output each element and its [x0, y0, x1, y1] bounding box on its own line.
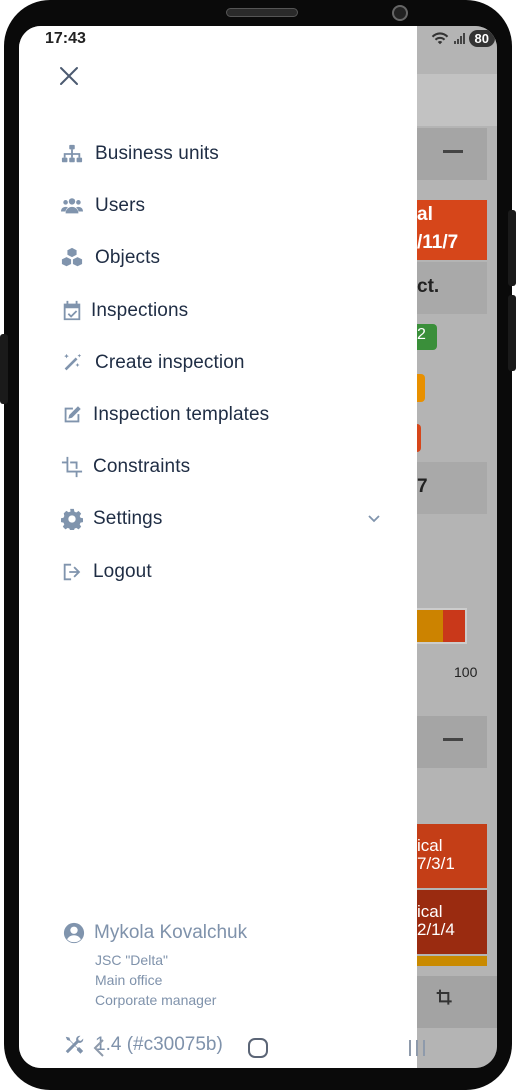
recents-button[interactable] [397, 1033, 437, 1063]
menu-item-users[interactable]: Users [61, 180, 381, 232]
close-icon [60, 67, 78, 85]
system-nav-bar [19, 1028, 497, 1068]
menu-item-business-units[interactable]: Business units [61, 128, 381, 180]
home-button[interactable] [238, 1033, 278, 1063]
bg-card: ct. [417, 262, 487, 314]
menu-item-label: Settings [93, 508, 163, 530]
home-icon [247, 1038, 268, 1058]
chevron-down-icon[interactable] [367, 510, 381, 528]
volume-button [0, 334, 8, 404]
users-icon [61, 194, 87, 218]
profile-name: Mykola Kovalchuk [94, 922, 248, 943]
screen: al /11/7 ct. 2 7 100 ical 7/3/1 ical 2/1… [19, 26, 497, 1068]
menu-item-label: Create inspection [95, 351, 245, 373]
close-button[interactable] [55, 62, 83, 90]
bg-text: ct. [417, 276, 440, 297]
signal-icon [453, 32, 465, 44]
bg-text: al [417, 204, 433, 225]
side-button [508, 295, 516, 371]
menu-item-label: Inspections [91, 299, 189, 321]
bg-critical-card: ical 2/1/4 [417, 890, 487, 954]
drawer-menu: Business units Users Objects Inspections [61, 128, 381, 598]
edit-icon [61, 403, 85, 427]
menu-item-objects[interactable]: Objects [61, 232, 381, 284]
bg-critical-card: ical 7/3/1 [417, 824, 487, 888]
battery-indicator: 80 [468, 30, 495, 47]
menu-item-label: Business units [95, 143, 219, 165]
recents-icon [409, 1040, 426, 1056]
bg-bar-segment [443, 610, 465, 642]
bg-text: ical [417, 836, 443, 855]
profile-office: Main office [95, 972, 163, 988]
crop-icon [436, 989, 452, 1005]
bg-text: ical [417, 902, 443, 921]
bg-orange-badge [417, 374, 425, 402]
bg-card: 7 [417, 462, 487, 514]
power-button [508, 210, 516, 286]
user-circle-icon [63, 922, 85, 944]
bg-section-bar [417, 128, 487, 180]
menu-item-logout[interactable]: Logout [61, 546, 381, 598]
menu-item-label: Users [95, 195, 146, 217]
bg-tab-bar [417, 976, 497, 1028]
bg-text: 2 [417, 326, 426, 343]
menu-item-label: Inspection templates [93, 404, 270, 426]
bg-text: 7/3/1 [417, 854, 455, 873]
minus-icon [443, 738, 463, 741]
menu-item-create-inspection[interactable]: Create inspection [61, 337, 381, 389]
navigation-drawer: 17:43 80 Business units Users Objects In… [19, 26, 495, 1068]
bg-text: 7 [417, 476, 428, 497]
bg-green-badge: 2 [417, 324, 437, 350]
front-camera [392, 5, 408, 21]
bg-axis-label: 100 [454, 664, 478, 680]
gear-icon [61, 507, 85, 531]
back-button[interactable] [79, 1033, 119, 1063]
menu-item-label: Objects [95, 247, 161, 269]
bg-red-badge [417, 424, 421, 452]
magic-wand-icon [61, 351, 87, 375]
profile-company: JSC "Delta" [95, 952, 168, 968]
logout-icon [61, 560, 85, 584]
status-icons: 80 [431, 30, 495, 47]
crop-icon [61, 455, 85, 479]
back-icon [93, 1039, 104, 1057]
menu-item-label: Logout [93, 560, 152, 582]
menu-item-constraints[interactable]: Constraints [61, 441, 381, 493]
menu-item-settings[interactable]: Settings [61, 493, 381, 545]
bg-stripe [417, 956, 487, 966]
user-profile: Mykola Kovalchuk JSC "Delta" Main office… [63, 922, 247, 1010]
cubes-icon [61, 246, 87, 270]
bg-text: 2/1/4 [417, 920, 455, 939]
profile-role: Corporate manager [95, 992, 217, 1008]
menu-item-inspection-templates[interactable]: Inspection templates [61, 389, 381, 441]
bg-bar-segment [417, 610, 443, 642]
calendar-check-icon [61, 299, 83, 323]
minus-icon [443, 150, 463, 153]
wifi-icon [431, 31, 448, 44]
bg-text: /11/7 [417, 232, 459, 253]
status-time: 17:43 [45, 30, 86, 47]
speaker-grille [226, 8, 298, 17]
menu-item-inspections[interactable]: Inspections [61, 285, 381, 337]
bg-section-bar [417, 716, 487, 768]
bg-critical-card: al /11/7 [417, 200, 487, 260]
bg-bar-chart [417, 608, 467, 644]
sitemap-icon [61, 142, 87, 166]
menu-item-label: Constraints [93, 456, 191, 478]
